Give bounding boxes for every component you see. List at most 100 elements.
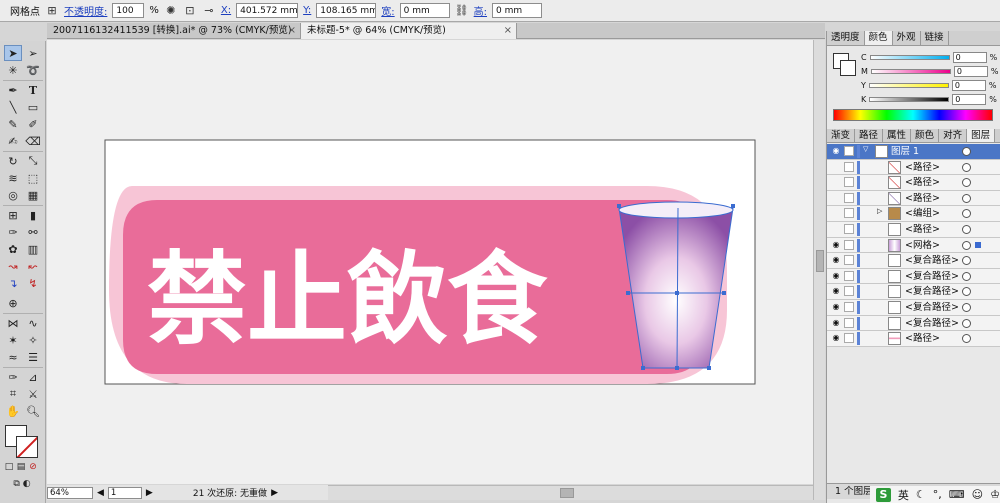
reference-point-icon[interactable]: ⊡ bbox=[183, 4, 197, 18]
scroll-thumb[interactable] bbox=[560, 488, 574, 498]
layer-row[interactable]: <路径> bbox=[827, 190, 1000, 207]
layer-row[interactable]: ◉ <网格> bbox=[827, 237, 1000, 254]
target-icon[interactable] bbox=[962, 318, 971, 328]
list-icon[interactable]: ☰ bbox=[24, 349, 42, 365]
selection-tool-icon[interactable]: ➤ bbox=[4, 45, 22, 61]
artboard-tool-icon[interactable]: ↝ bbox=[4, 258, 22, 274]
lock-toggle[interactable] bbox=[844, 301, 854, 312]
target-icon[interactable] bbox=[962, 209, 971, 219]
lock-toggle[interactable] bbox=[844, 161, 854, 172]
eyedropper-icon[interactable]: ✑ bbox=[4, 224, 22, 240]
pencil-icon[interactable]: ✐ bbox=[24, 116, 42, 132]
slider-value[interactable]: 0 bbox=[952, 51, 987, 63]
status-menu-icon[interactable]: ▶ bbox=[271, 488, 278, 498]
slider-track[interactable] bbox=[870, 68, 951, 74]
tab-color[interactable]: 颜色 bbox=[864, 31, 893, 45]
height-field[interactable]: 0 mm bbox=[492, 3, 543, 18]
prev-artboard-icon[interactable]: ◀ bbox=[97, 488, 104, 498]
perspective-grid-icon[interactable]: ▦ bbox=[24, 187, 42, 203]
slider-k[interactable]: K 0 % bbox=[861, 93, 997, 105]
paintbrush-icon[interactable]: ✎ bbox=[4, 116, 22, 132]
punctuation-icon[interactable]: °, bbox=[933, 488, 942, 501]
ime-mode[interactable]: 英 bbox=[898, 487, 909, 503]
lock-toggle[interactable] bbox=[844, 192, 854, 203]
target-icon[interactable] bbox=[962, 162, 971, 172]
x-field[interactable]: 401.572 mm bbox=[236, 3, 299, 18]
target-icon[interactable] bbox=[962, 271, 971, 281]
envelope-icon[interactable]: ⋈ bbox=[4, 315, 22, 331]
tab-swatches[interactable]: 颜色 bbox=[911, 129, 940, 142]
color-mode-icon[interactable]: □ bbox=[3, 461, 15, 473]
zoom-select[interactable]: 64% bbox=[47, 486, 93, 499]
gradient-tool-icon[interactable]: ▮ bbox=[24, 207, 42, 223]
none-mode-icon[interactable]: ⊘ bbox=[27, 461, 39, 473]
tab-gradient[interactable]: 渐变 bbox=[827, 129, 856, 142]
recolor-icon[interactable]: ✺ bbox=[164, 4, 178, 18]
keyboard-icon[interactable]: ⌨ bbox=[949, 488, 965, 501]
link-icon[interactable]: ⛓ bbox=[455, 4, 469, 18]
target-icon[interactable] bbox=[962, 193, 971, 203]
wave-icon[interactable]: ∿ bbox=[24, 315, 42, 331]
tab-align[interactable]: 对齐 bbox=[939, 129, 968, 142]
doc-tab-2[interactable]: 未标题-5* @ 64% (CMYK/预览) × bbox=[301, 23, 517, 39]
shape-builder-icon[interactable]: ◎ bbox=[4, 187, 22, 203]
lock-toggle[interactable] bbox=[844, 146, 854, 156]
shirt-icon[interactable]: ♔ bbox=[990, 488, 1000, 501]
layer-row[interactable]: ◉ <复合路径> bbox=[827, 284, 1000, 300]
slice-tool-icon[interactable]: ↜ bbox=[24, 258, 42, 274]
reshape-tool-icon[interactable]: ↯ bbox=[24, 275, 42, 291]
slider-m[interactable]: M 0 % bbox=[861, 65, 999, 77]
wrinkle-icon[interactable]: ≈ bbox=[4, 349, 22, 365]
lock-toggle[interactable] bbox=[844, 270, 854, 281]
target-icon[interactable] bbox=[962, 334, 971, 344]
slider-value[interactable]: 0 bbox=[952, 93, 987, 105]
slider-track[interactable] bbox=[868, 82, 949, 88]
opacity-link[interactable]: 不透明度: bbox=[64, 3, 107, 18]
lasso-icon[interactable]: ➰ bbox=[24, 62, 42, 78]
lock-toggle[interactable] bbox=[844, 333, 854, 344]
doc-tab-1[interactable]: 2007116132411539 [转换].ai* @ 73% (CMYK/预览… bbox=[47, 23, 301, 39]
direct-selection-tool-icon[interactable]: ➢ bbox=[24, 45, 42, 61]
tab-pathfinder[interactable]: 路径 bbox=[855, 129, 884, 142]
moon-icon[interactable]: ☾ bbox=[916, 488, 926, 501]
lock-toggle[interactable] bbox=[844, 286, 854, 297]
target-icon[interactable] bbox=[962, 240, 971, 250]
eye-icon[interactable]: ◉ bbox=[831, 318, 841, 328]
layer-row[interactable]: <路径> bbox=[827, 175, 1000, 191]
layer-row[interactable]: ◉ ▽ 图层 1 bbox=[827, 144, 1000, 160]
lock-toggle[interactable] bbox=[844, 239, 854, 250]
target-icon[interactable] bbox=[962, 256, 971, 266]
slider-c[interactable]: C 0 % bbox=[861, 51, 997, 63]
layer-row[interactable]: <路径> bbox=[827, 159, 1000, 176]
zoom-tool-icon[interactable]: 🔍︎ bbox=[24, 403, 42, 419]
lock-toggle[interactable] bbox=[844, 177, 854, 188]
target-icon[interactable] bbox=[962, 224, 971, 234]
tab-appearance[interactable]: 外观 bbox=[893, 31, 921, 45]
graph-tool-icon[interactable]: ▥ bbox=[24, 241, 42, 257]
style-icon[interactable]: ⊞ bbox=[45, 4, 59, 18]
canvas[interactable]: 禁止飲食 bbox=[47, 40, 813, 484]
slider-y[interactable]: Y 0 % bbox=[861, 79, 997, 91]
close-icon[interactable]: × bbox=[288, 23, 296, 38]
line-tool-icon[interactable]: ╲ bbox=[4, 99, 22, 115]
target-icon[interactable] bbox=[962, 302, 971, 312]
crystallize-icon[interactable]: ✶ bbox=[4, 332, 22, 348]
type-tool-icon[interactable]: T bbox=[24, 82, 42, 98]
pen-tool-icon[interactable]: ✒ bbox=[4, 82, 22, 98]
crop-icon[interactable]: ⌗ bbox=[4, 386, 22, 402]
slider-track[interactable] bbox=[869, 54, 950, 60]
symbol-sprayer-icon[interactable]: ✿ bbox=[4, 241, 22, 257]
target-icon[interactable] bbox=[962, 178, 971, 188]
mesh-tool-icon[interactable]: ⊞ bbox=[4, 207, 22, 223]
target-icon[interactable] bbox=[962, 287, 971, 297]
sogou-icon[interactable]: S bbox=[876, 487, 891, 502]
close-icon[interactable]: × bbox=[504, 23, 512, 38]
layer-row[interactable]: ◉ <复合路径> bbox=[827, 268, 1000, 285]
target-icon[interactable] bbox=[962, 147, 971, 156]
color-spectrum[interactable] bbox=[833, 109, 993, 121]
slider-value[interactable]: 0 bbox=[953, 65, 988, 77]
next-artboard-icon[interactable]: ▶ bbox=[146, 488, 153, 498]
eyedropper-2-icon[interactable]: ✑ bbox=[4, 369, 22, 385]
blob-brush-icon[interactable]: ✍ bbox=[4, 133, 22, 149]
expand-icon[interactable]: ▽ bbox=[863, 145, 868, 153]
